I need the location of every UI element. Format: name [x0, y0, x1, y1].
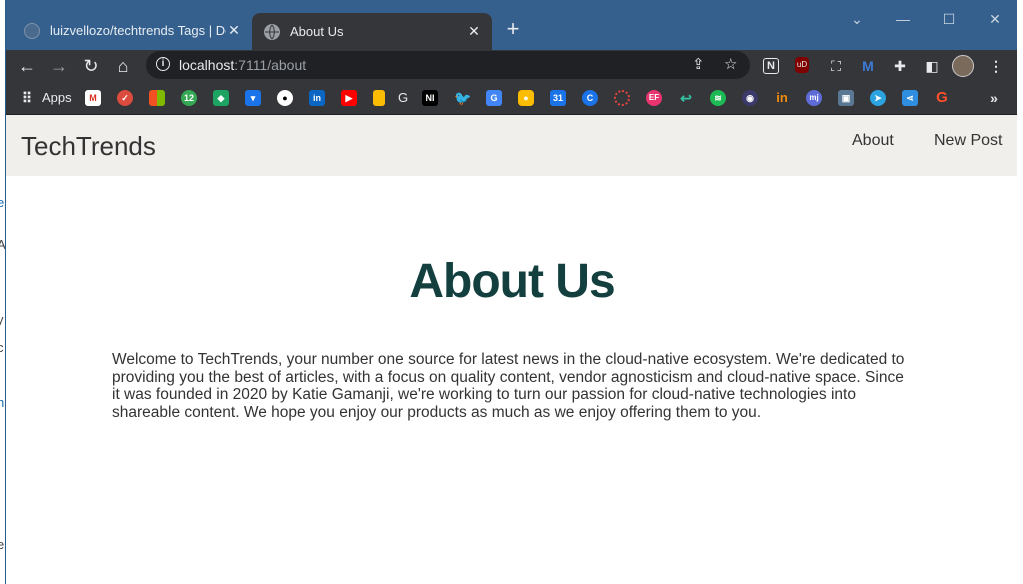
web-page: TechTrends About New Post About Us Welco…: [6, 115, 1018, 584]
profile-avatar[interactable]: [952, 55, 974, 77]
globe-favicon-icon: [264, 23, 280, 40]
close-tab-icon[interactable]: ✕: [466, 23, 482, 40]
site-navbar: TechTrends About New Post: [6, 115, 1018, 176]
c-bookmark-icon[interactable]: C: [582, 90, 598, 106]
share-bookmark-icon[interactable]: ⋖: [902, 90, 918, 106]
back-icon[interactable]: ←: [15, 54, 39, 78]
maximize-icon[interactable]: ☐: [926, 4, 972, 34]
youtube-bookmark-icon[interactable]: ▶: [341, 90, 357, 106]
bookmark-apps[interactable]: Apps: [42, 90, 72, 105]
browser-window: luizvellozo/techtrends Tags | Doc ✕ Abou…: [5, 0, 1018, 584]
site-brand-link[interactable]: TechTrends: [21, 131, 156, 162]
home-icon[interactable]: ⌂: [111, 54, 135, 78]
bookmark-g[interactable]: G: [398, 90, 408, 105]
mj-bookmark-icon[interactable]: mj: [806, 90, 822, 106]
keep-bookmark-icon[interactable]: [373, 90, 385, 106]
tab-search-icon[interactable]: ⌄: [834, 4, 880, 34]
fullscreen-extension-icon[interactable]: ⛶: [827, 57, 845, 75]
feedly-bookmark-icon[interactable]: ◆: [213, 90, 229, 106]
browser-toolbar: ← → ↻ ⌂ i localhost:7111/about ⇪ ☆ N uD …: [6, 50, 1018, 82]
site-info-icon[interactable]: i: [156, 57, 170, 71]
translate-bookmark-icon[interactable]: G: [486, 90, 502, 106]
docker-favicon-icon: [24, 22, 40, 39]
url-host: localhost: [179, 57, 235, 73]
ublock-extension-icon[interactable]: uD: [795, 57, 809, 73]
reload-icon[interactable]: ↻: [79, 54, 103, 78]
bookmark-star-icon[interactable]: ☆: [724, 55, 737, 73]
background-window-edge: [1017, 0, 1023, 584]
minimize-icon[interactable]: —: [880, 4, 926, 34]
ni-bookmark-icon[interactable]: NI: [422, 90, 438, 106]
address-bar[interactable]: i localhost:7111/about ⇪ ☆: [146, 51, 750, 79]
forward-icon[interactable]: →: [47, 54, 71, 78]
close-tab-icon[interactable]: ✕: [226, 22, 242, 39]
spotify-bookmark-icon[interactable]: ≋: [710, 90, 726, 106]
todoist-bookmark-icon[interactable]: ✓: [117, 90, 133, 106]
extensions-puzzle-icon[interactable]: ✚: [891, 57, 909, 75]
image-bookmark-icon[interactable]: ▣: [838, 90, 854, 106]
ideas-bookmark-icon[interactable]: ●: [518, 90, 534, 106]
tab-about-us[interactable]: About Us ✕: [252, 13, 492, 50]
url-text[interactable]: localhost:7111/about: [179, 57, 306, 73]
ok-bookmark-icon[interactable]: ↩: [678, 90, 694, 106]
nav-new-post-link[interactable]: New Post: [934, 132, 1002, 150]
page-title: About Us: [409, 255, 615, 308]
close-window-icon[interactable]: ✕: [972, 4, 1018, 34]
github-bookmark-icon[interactable]: ●: [277, 90, 293, 106]
nav-about-link[interactable]: About: [852, 132, 894, 150]
calendar-31-bookmark-icon[interactable]: 31: [550, 90, 566, 106]
notion-extension-icon[interactable]: N: [763, 58, 779, 74]
bookmarks-bar: ⠿ Apps M ✓ 12 ◆ ▾ ● in ▶ G NI 🐦 G ● 31 C…: [6, 82, 1018, 115]
linkedin-bookmark-icon[interactable]: in: [309, 90, 325, 106]
tab-title: luizvellozo/techtrends Tags | Doc: [50, 23, 226, 38]
more-bookmarks-icon[interactable]: »: [986, 90, 1002, 106]
side-panel-icon[interactable]: ◧: [923, 57, 941, 75]
calendar-bookmark-icon[interactable]: ▾: [245, 90, 261, 106]
gmail-bookmark-icon[interactable]: M: [85, 90, 101, 106]
telegram-bookmark-icon[interactable]: ➤: [870, 90, 886, 106]
tab-docker-tags[interactable]: luizvellozo/techtrends Tags | Doc ✕: [12, 11, 252, 50]
title-bar: luizvellozo/techtrends Tags | Doc ✕ Abou…: [6, 0, 1018, 50]
share-icon[interactable]: ⇪: [692, 55, 705, 73]
tab-title: About Us: [290, 24, 344, 39]
ef-bookmark-icon[interactable]: EF: [646, 90, 662, 106]
about-paragraph: Welcome to TechTrends, your number one s…: [112, 351, 905, 421]
malwarebytes-extension-icon[interactable]: M: [859, 57, 877, 75]
microsoft-bookmark-icon[interactable]: [149, 90, 165, 106]
menu-kebab-icon[interactable]: ⋮: [987, 57, 1005, 75]
dots-bookmark-icon[interactable]: [614, 90, 630, 106]
counter-bookmark-icon[interactable]: 12: [181, 90, 197, 106]
g2-bookmark-icon[interactable]: G: [934, 90, 950, 106]
twitter-bookmark-icon[interactable]: 🐦: [454, 90, 470, 106]
url-path: :7111/about: [234, 57, 307, 73]
ai-bookmark-icon[interactable]: ◉: [742, 90, 758, 106]
new-tab-button[interactable]: +: [502, 18, 524, 40]
in-bookmark-icon[interactable]: in: [774, 90, 790, 106]
apps-grid-icon[interactable]: ⠿: [19, 90, 35, 106]
